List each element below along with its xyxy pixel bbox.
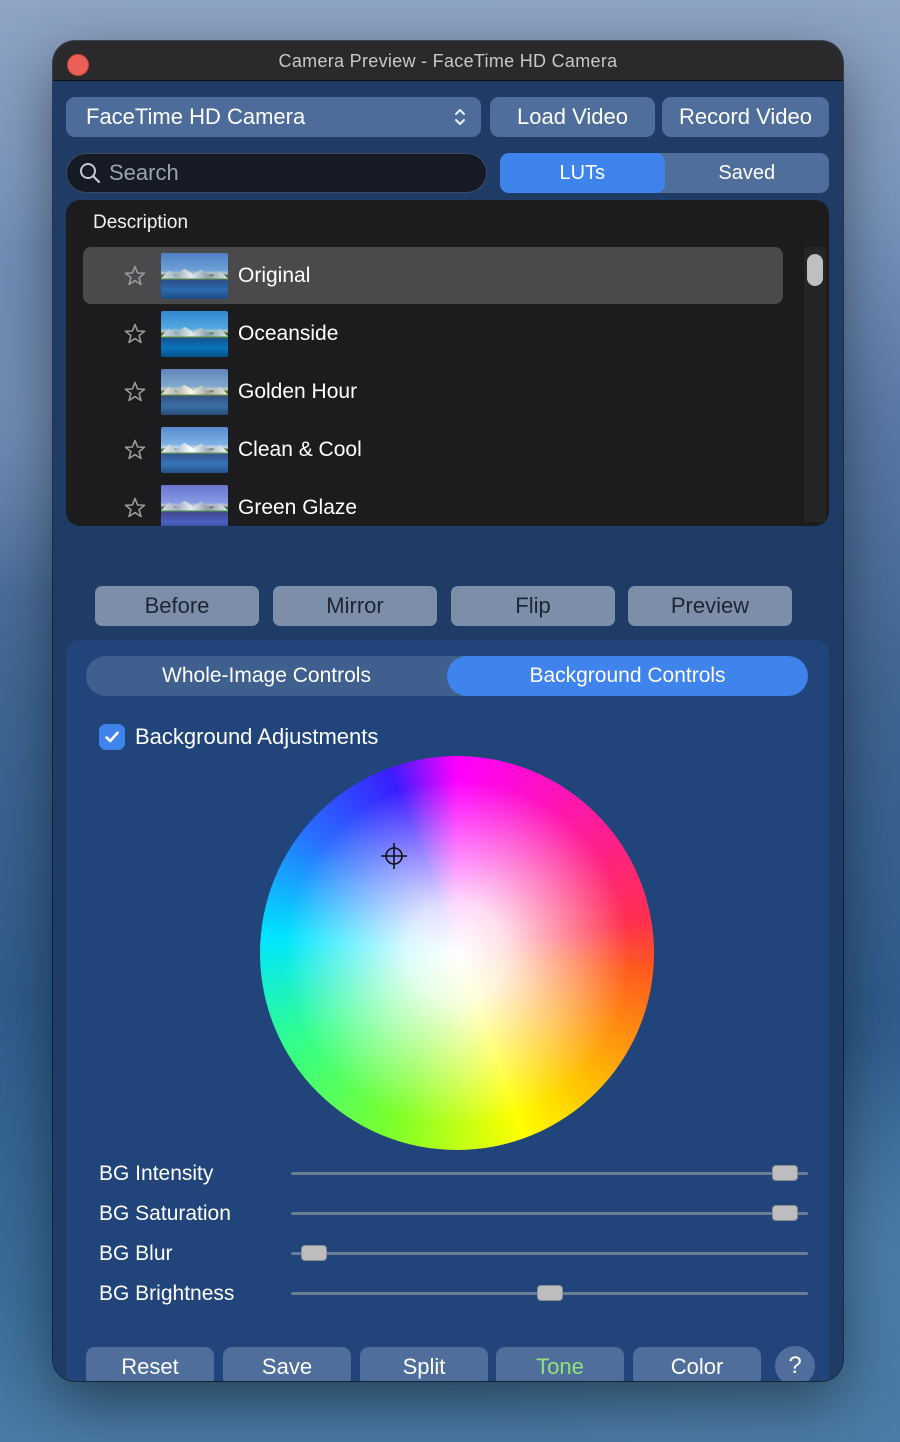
search-field[interactable]: Search [66,153,487,193]
load-video-button[interactable]: Load Video [490,97,655,137]
tab-luts[interactable]: LUTs [500,153,665,193]
list-scrollbar[interactable] [804,247,826,522]
lut-segmented-control: LUTs Saved [500,153,829,193]
scrollbar-thumb[interactable] [807,254,823,286]
slider-knob[interactable] [301,1245,327,1261]
camera-preview-window: Camera Preview - FaceTime HD Camera Face… [53,41,843,1381]
slider-label: BG Intensity [99,1162,214,1185]
lut-list: Description Original Oceanside Golden Ho… [66,200,829,526]
search-icon [80,163,101,184]
list-item-label: Golden Hour [238,379,358,403]
record-video-button[interactable]: Record Video [662,97,829,137]
bg-saturation-slider[interactable] [291,1205,808,1221]
camera-select[interactable]: FaceTime HD Camera [66,97,481,137]
list-item-label: Oceanside [238,321,339,345]
reset-button[interactable]: Reset [86,1347,214,1381]
list-item[interactable]: Golden Hour [83,363,783,420]
tab-background-controls[interactable]: Background Controls [447,656,808,696]
background-adjustments-label: Background Adjustments [135,724,379,749]
tone-button[interactable]: Tone [496,1347,624,1381]
slider-knob[interactable] [772,1205,798,1221]
list-item-label: Clean & Cool [238,437,362,461]
background-adjustments-toggle[interactable]: Background Adjustments [99,724,378,750]
before-button[interactable]: Before [95,586,259,626]
lut-thumbnail [161,426,228,473]
list-item[interactable]: Green Glaze [83,479,783,526]
mirror-button[interactable]: Mirror [273,586,437,626]
flip-button[interactable]: Flip [451,586,615,626]
camera-select-value: FaceTime HD Camera [86,104,306,129]
lut-thumbnail [161,368,228,415]
list-item[interactable]: Clean & Cool [83,421,783,478]
star-icon[interactable] [115,264,155,288]
checkbox[interactable] [99,724,125,750]
title-bar[interactable]: Camera Preview - FaceTime HD Camera [53,41,843,81]
bg-intensity-slider[interactable] [291,1165,808,1181]
chevron-updown-icon [453,107,467,127]
list-header-description: Description [93,212,189,233]
help-button[interactable]: ? [775,1346,815,1381]
tab-whole-image-controls[interactable]: Whole-Image Controls [86,656,447,696]
list-item-label: Green Glaze [238,495,358,519]
controls-panel: Whole-Image Controls Background Controls… [66,640,829,1381]
lut-thumbnail [161,310,228,357]
lut-thumbnail [161,484,228,526]
bg-blur-slider[interactable] [291,1245,808,1261]
preview-button[interactable]: Preview [628,586,792,626]
window-body: FaceTime HD Camera Load Video Record Vid… [53,81,843,1381]
star-icon[interactable] [115,322,155,346]
slider-knob[interactable] [537,1285,563,1301]
checkmark-icon [105,731,119,743]
crosshair-icon[interactable] [380,842,408,870]
color-wheel[interactable] [260,756,654,1150]
split-button[interactable]: Split [360,1347,488,1381]
search-placeholder: Search [109,160,179,185]
list-item[interactable]: Original [83,247,783,304]
star-icon[interactable] [115,438,155,462]
star-icon[interactable] [115,380,155,404]
control-tabs: Whole-Image Controls Background Controls [86,656,808,696]
color-button[interactable]: Color [633,1347,761,1381]
tab-saved[interactable]: Saved [665,153,830,193]
bg-brightness-slider[interactable] [291,1285,808,1301]
list-item[interactable]: Oceanside [83,305,783,362]
slider-label: BG Saturation [99,1202,231,1225]
star-icon[interactable] [115,496,155,520]
slider-label: BG Blur [99,1242,173,1265]
list-item-label: Original [238,263,311,287]
lut-thumbnail [161,252,228,299]
window-title: Camera Preview - FaceTime HD Camera [278,51,618,71]
save-button[interactable]: Save [223,1347,351,1381]
slider-knob[interactable] [772,1165,798,1181]
slider-label: BG Brightness [99,1282,235,1305]
